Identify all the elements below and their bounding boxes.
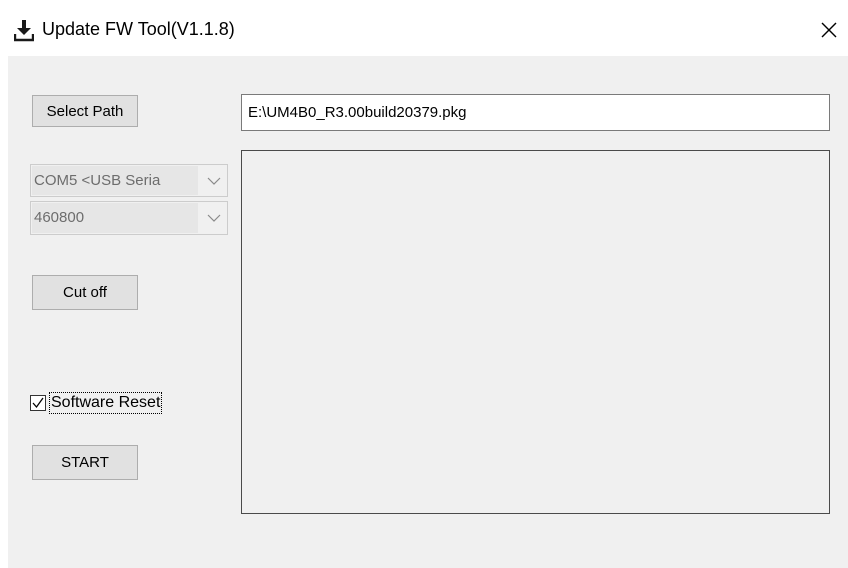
log-output-area xyxy=(241,150,830,514)
com-port-combo[interactable]: COM5 <USB Seria xyxy=(30,164,228,197)
firmware-path-field[interactable]: E:\UM4B0_R3.00build20379.pkg xyxy=(241,94,830,131)
checkmark-icon xyxy=(32,397,44,409)
download-icon xyxy=(14,20,34,42)
com-port-value: COM5 <USB Seria xyxy=(32,166,198,195)
cut-off-button[interactable]: Cut off xyxy=(32,275,138,310)
window-title: Update FW Tool(V1.1.8) xyxy=(42,19,235,39)
software-reset-checkbox[interactable]: Software Reset xyxy=(30,391,163,415)
baud-rate-combo[interactable]: 460800 xyxy=(30,201,228,235)
start-button[interactable]: START xyxy=(32,445,138,480)
update-fw-tool-window: Update FW Tool(V1.1.8) Select Path E:\UM… xyxy=(0,0,848,568)
checkbox-box[interactable] xyxy=(30,395,46,411)
chevron-down-icon xyxy=(207,177,221,185)
baud-rate-value: 460800 xyxy=(32,203,198,233)
title-bar[interactable]: Update FW Tool(V1.1.8) xyxy=(0,0,848,56)
software-reset-label: Software Reset xyxy=(49,392,163,414)
close-icon[interactable] xyxy=(815,16,843,44)
chevron-down-icon xyxy=(207,214,221,222)
client-area: Select Path E:\UM4B0_R3.00build20379.pkg… xyxy=(8,56,848,568)
select-path-button[interactable]: Select Path xyxy=(32,95,138,127)
